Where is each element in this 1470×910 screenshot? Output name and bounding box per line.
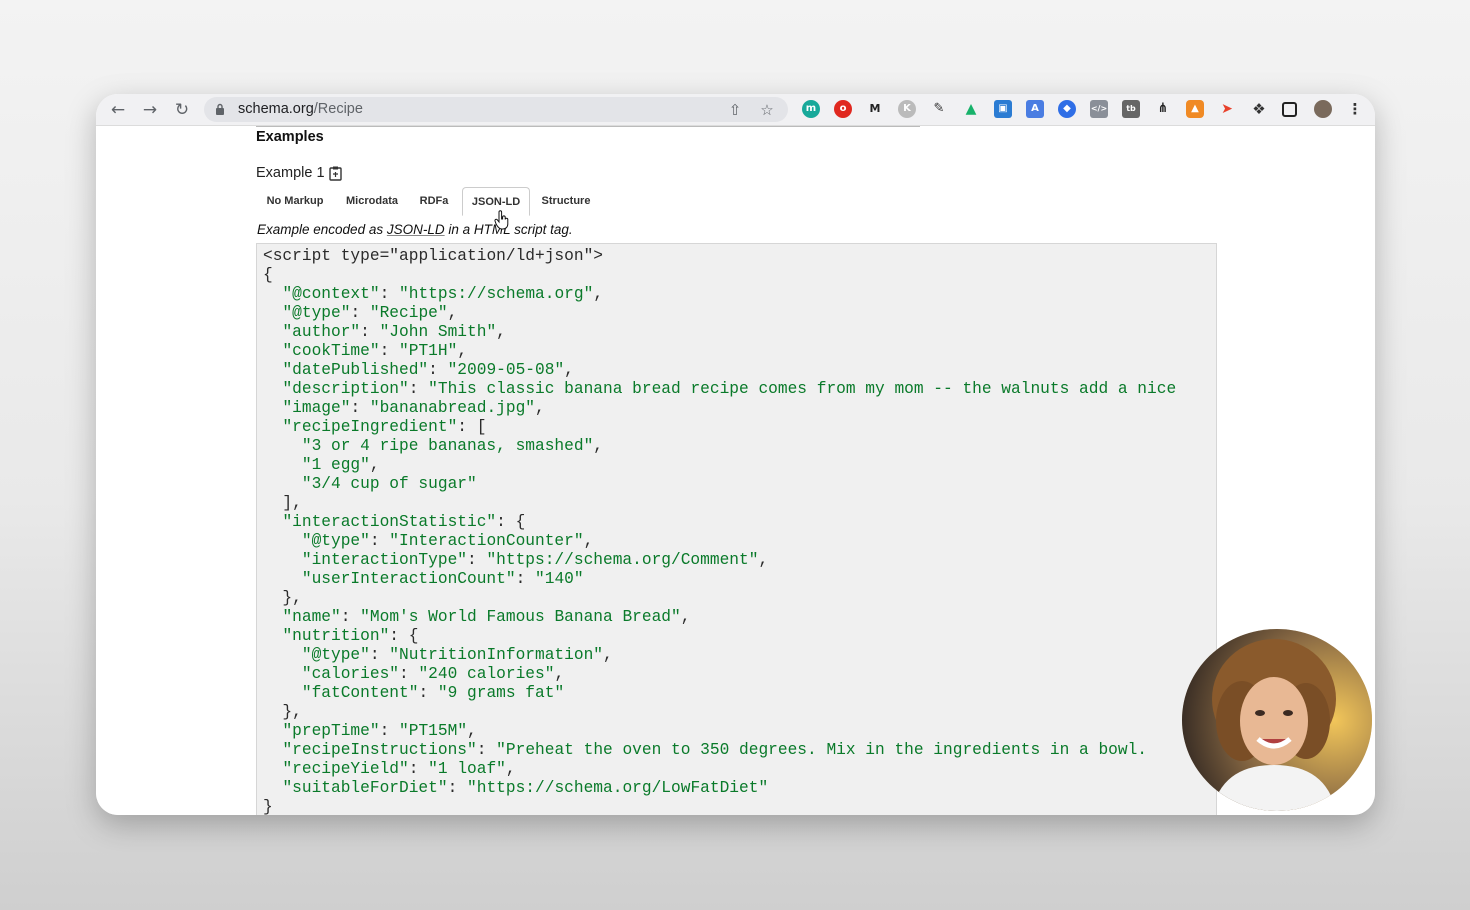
tab-microdata[interactable]: Microdata <box>336 187 408 215</box>
code-line: "@type": "NutritionInformation", <box>301 646 613 664</box>
code-line: "recipeYield": "1 loaf", <box>282 760 516 778</box>
code-line: "recipeIngredient": [ <box>282 418 487 436</box>
presenter-photo <box>1182 629 1372 811</box>
clipboard-icon[interactable] <box>329 166 342 181</box>
code-line: "prepTime": "PT15M", <box>282 722 477 740</box>
kebab-menu-icon[interactable]: ⋮ <box>1346 100 1364 118</box>
extension-eyedropper-icon[interactable]: ✎ <box>930 100 948 118</box>
example-label: Example 1 <box>256 165 325 181</box>
code-line: "3 or 4 ripe bananas, smashed", <box>301 437 604 455</box>
extension-arrow-icon[interactable]: ➤ <box>1218 100 1236 118</box>
extension-tb-icon[interactable]: tb <box>1122 100 1140 118</box>
extension-translate-icon[interactable]: A <box>1026 100 1044 118</box>
hand-cursor-icon <box>494 210 509 230</box>
share-icon[interactable]: ⇧ <box>726 101 744 119</box>
code-line: } <box>263 798 273 815</box>
code-line: "image": "bananabread.jpg", <box>282 399 545 417</box>
code-line: "@type": "InteractionCounter", <box>301 532 594 550</box>
tab-rdfa[interactable]: RDFa <box>412 187 456 215</box>
extension-m-icon[interactable]: m <box>802 100 820 118</box>
code-content: <script type="application/ld+json">{ "@c… <box>263 247 1176 815</box>
reload-icon[interactable]: ↻ <box>171 99 193 121</box>
code-line: }, <box>263 589 302 607</box>
profile-avatar-icon[interactable] <box>1314 100 1332 118</box>
code-line: "recipeInstructions": "Preheat the oven … <box>282 741 1148 759</box>
puzzle-icon[interactable]: ❖ <box>1250 100 1268 118</box>
code-line: "@context": "https://schema.org", <box>282 285 604 303</box>
code-line: }, <box>263 703 302 721</box>
browser-toolbar: ← → ↻ schema.org/Recipe ⇧ ☆ m o M K ✎ ▲ … <box>96 94 1375 126</box>
code-line: "datePublished": "2009-05-08", <box>282 361 574 379</box>
url-domain: schema.org <box>238 101 314 117</box>
code-block: <script type="application/ld+json">{ "@c… <box>256 243 1217 815</box>
extension-fork-icon[interactable]: ⋔ <box>1154 100 1172 118</box>
extension-code-icon[interactable]: </> <box>1090 100 1108 118</box>
code-line: "interactionType": "https://schema.org/C… <box>301 551 769 569</box>
code-line: ], <box>263 494 302 512</box>
side-panel-icon[interactable] <box>1282 102 1297 117</box>
back-icon[interactable]: ← <box>107 99 129 121</box>
extension-k-icon[interactable]: K <box>898 100 916 118</box>
lock-icon <box>216 103 224 115</box>
url-text: schema.org/Recipe <box>238 101 363 117</box>
json-ld-link[interactable]: JSON-LD <box>387 222 445 237</box>
code-line: "userInteractionCount": "140" <box>301 570 584 588</box>
code-line: "name": "Mom's World Famous Banana Bread… <box>282 608 691 626</box>
code-line: { <box>263 266 273 284</box>
url-path: /Recipe <box>313 101 363 117</box>
extension-medium-icon[interactable]: M <box>866 100 884 118</box>
code-line: <script type="application/ld+json"> <box>263 247 604 265</box>
code-line: "author": "John Smith", <box>282 323 506 341</box>
extension-blue-icon[interactable]: ▣ <box>994 100 1012 118</box>
section-heading: Examples <box>256 129 324 145</box>
star-icon[interactable]: ☆ <box>758 101 776 119</box>
code-line: "suitableForDiet": "https://schema.org/L… <box>282 779 769 797</box>
code-line: "description": "This classic banana brea… <box>282 380 1177 398</box>
tab-no-markup[interactable]: No Markup <box>256 187 334 215</box>
code-line: "3/4 cup of sugar" <box>301 475 477 493</box>
code-line: "interactionStatistic": { <box>282 513 526 531</box>
code-line: "calories": "240 calories", <box>301 665 565 683</box>
code-line: "cookTime": "PT1H", <box>282 342 468 360</box>
code-line: "nutrition": { <box>282 627 419 645</box>
divider <box>256 126 920 127</box>
caption-prefix: Example encoded as <box>257 222 387 237</box>
code-line: "@type": "Recipe", <box>282 304 458 322</box>
forward-icon[interactable]: → <box>139 99 161 121</box>
webcam-overlay <box>1182 629 1372 811</box>
address-bar[interactable]: schema.org/Recipe ⇧ ☆ <box>204 97 788 122</box>
example-caption: Example encoded as JSON-LD in a HTML scr… <box>257 222 573 237</box>
code-line: "1 egg", <box>301 456 380 474</box>
code-line: "fatContent": "9 grams fat" <box>301 684 565 702</box>
extension-tree-icon[interactable]: ▲ <box>962 100 980 118</box>
tab-structure[interactable]: Structure <box>534 187 598 215</box>
extension-metamask-icon[interactable]: ▲ <box>1186 100 1204 118</box>
extension-opera-icon[interactable]: o <box>834 100 852 118</box>
extension-tag-icon[interactable]: ◆ <box>1058 100 1076 118</box>
